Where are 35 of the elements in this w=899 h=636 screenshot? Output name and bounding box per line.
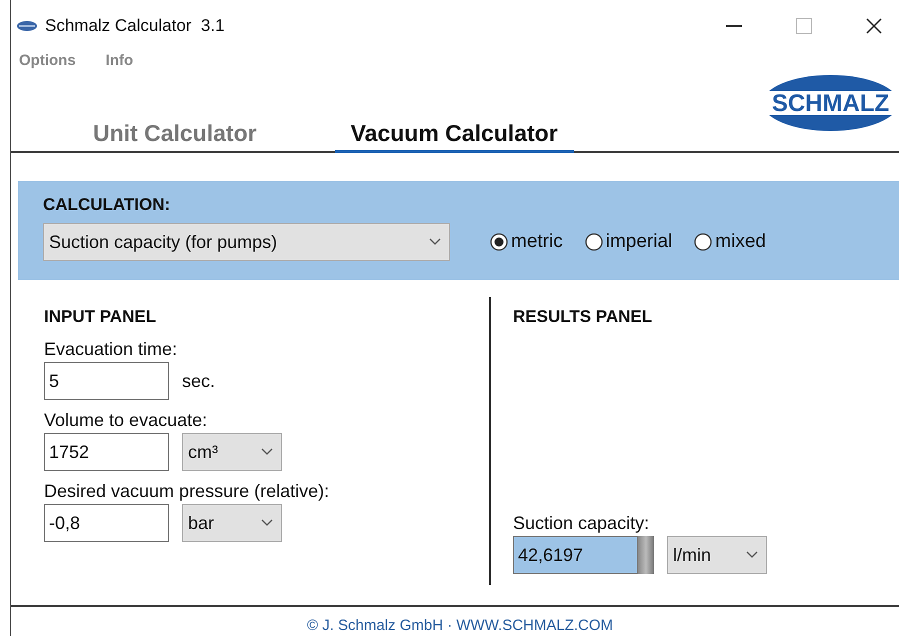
section-heading: CALCULATION:: [43, 195, 172, 215]
logo: SCHMALZ: [762, 74, 899, 132]
chevron-down-icon: [261, 448, 273, 456]
panel-heading: INPUT PANEL: [44, 307, 158, 327]
input-field[interactable]: -0,8: [44, 504, 169, 542]
field-label: Evacuation time:: [44, 339, 178, 360]
unit-radio[interactable]: mixed: [694, 231, 766, 253]
panel-heading: RESULTS PANEL: [513, 307, 654, 327]
maximize-icon[interactable]: [796, 18, 812, 34]
unit-label: sec.: [182, 370, 216, 392]
calculation-select[interactable]: Suction capacity (for pumps): [43, 223, 450, 261]
minimize-icon[interactable]: [726, 25, 742, 27]
unit-select[interactable]: cm³: [182, 433, 282, 471]
unit-select[interactable]: l/min: [667, 536, 767, 574]
tab[interactable]: Unit Calculator: [77, 120, 273, 153]
unit-radio[interactable]: imperial: [584, 231, 672, 253]
footer-text: © J. Schmalz GmbH · WWW.SCHMALZ.COM: [306, 617, 614, 634]
app-icon: [17, 21, 37, 31]
chevron-down-icon: [429, 238, 441, 246]
input-field[interactable]: 5: [44, 362, 169, 400]
unit-select[interactable]: bar: [182, 504, 282, 542]
menu-item[interactable]: Options: [19, 52, 76, 74]
input-field[interactable]: 42,6197: [513, 536, 638, 574]
field-label: Volume to evacuate:: [44, 410, 208, 431]
window-title: Schmalz Calculator 3.1: [45, 16, 226, 36]
close-icon[interactable]: [866, 18, 882, 34]
menu-item[interactable]: Info: [106, 52, 134, 74]
unit-radio[interactable]: metric: [490, 231, 563, 253]
field-label: Suction capacity:: [513, 513, 650, 534]
tab[interactable]: Vacuum Calculator: [334, 120, 574, 153]
chevron-down-icon: [261, 519, 273, 527]
field-label: Desired vacuum pressure (relative):: [44, 481, 330, 502]
resize-grip: [638, 536, 654, 574]
input-field[interactable]: 1752: [44, 433, 169, 471]
chevron-down-icon: [746, 551, 758, 559]
